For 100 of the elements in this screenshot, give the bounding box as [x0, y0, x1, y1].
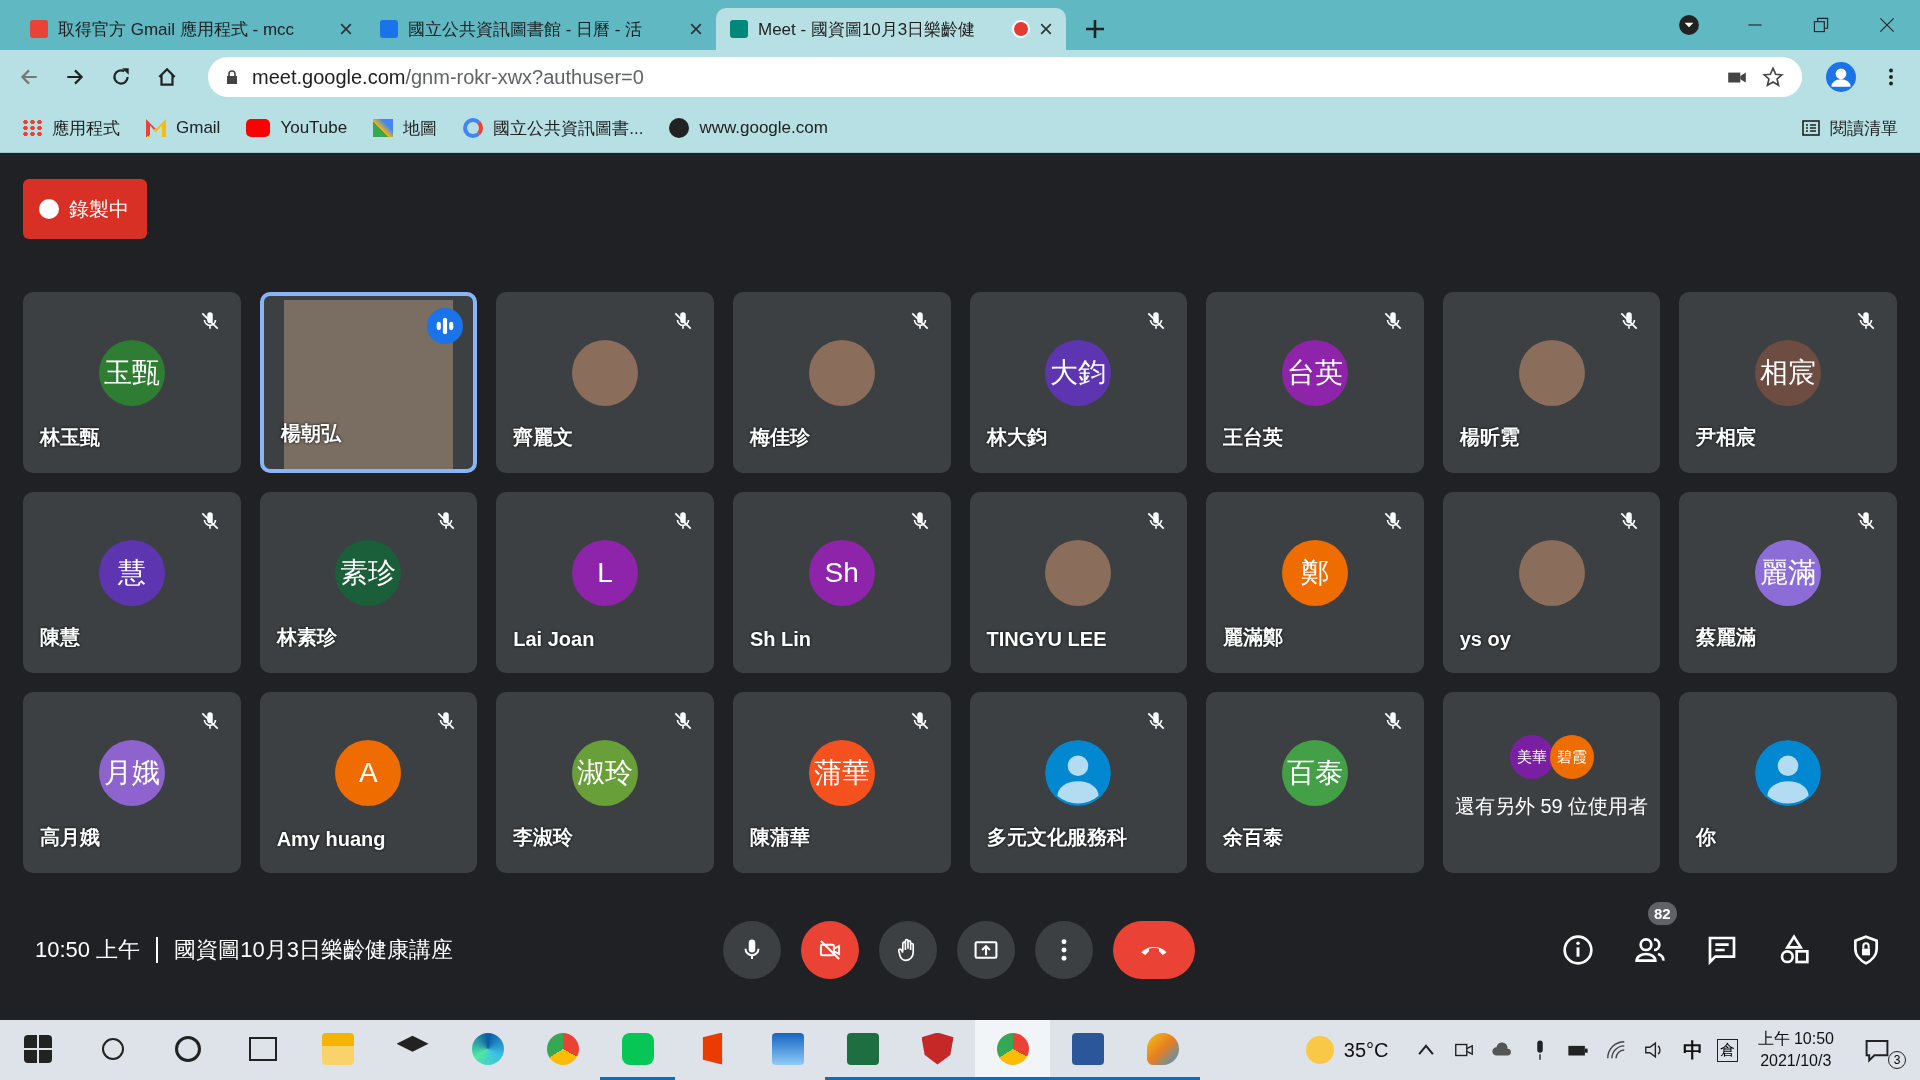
wifi-icon[interactable] — [1604, 1039, 1627, 1061]
participant-name: 梅佳珍 — [749, 425, 810, 450]
participant-tile[interactable]: A Amy huang — [259, 692, 478, 873]
browser-tab[interactable]: 國立公共資訊圖書館 - 日曆 - 活 — [366, 8, 716, 50]
participant-name: 林玉甄 — [40, 425, 100, 450]
participant-tile[interactable]: Sh Sh Lin — [732, 492, 951, 673]
participant-tile[interactable]: 齊麗文 — [496, 292, 714, 473]
participant-name: Sh Lin — [749, 628, 811, 651]
participant-tile[interactable]: 相宸 尹相宸 — [1679, 292, 1897, 473]
input-method-indicator[interactable]: 倉 — [1716, 1038, 1738, 1062]
tab-title: 取得官方 Gmail 應用程式 - mcc — [58, 18, 296, 41]
browser-icon — [996, 1032, 1029, 1065]
avatar-initials: A — [335, 739, 402, 806]
reload-icon[interactable] — [110, 66, 132, 88]
participant-tile[interactable]: 素珍 林素珍 — [259, 492, 478, 673]
taskbar-clock[interactable]: 上午 10:50 2021/10/3 — [1757, 1028, 1834, 1072]
bookmark-link[interactable]: YouTube — [246, 118, 348, 138]
tab-search-icon[interactable] — [1678, 14, 1700, 36]
participant-tile[interactable]: ys oy — [1442, 492, 1661, 673]
notification-icon[interactable] — [1864, 1037, 1890, 1063]
avatar-initials: 鄭 — [1281, 539, 1348, 606]
lock-icon — [226, 70, 238, 84]
favicon-icon — [380, 20, 398, 38]
participant-count-badge: 82 — [1648, 901, 1677, 925]
avatar-initials: 玉甄 — [98, 339, 165, 406]
participant-tile[interactable]: 鄭 麗滿鄭 — [1206, 492, 1424, 673]
bookmark-link[interactable]: Gmail — [146, 118, 221, 138]
palette-icon — [1146, 1032, 1179, 1065]
avatar-initials: 碧霞 — [1549, 735, 1594, 779]
profile-avatar-icon[interactable] — [1826, 62, 1856, 92]
participant-name: 麗滿鄭 — [1223, 625, 1284, 650]
favicon-icon — [730, 20, 748, 38]
participant-tile[interactable]: 台英 王台英 — [1206, 292, 1424, 473]
participant-name: 楊昕霓 — [1459, 425, 1520, 450]
browser-tab[interactable]: Meet - 國資圖10月3日樂齡健 — [716, 8, 1066, 50]
participant-name: 林大鈞 — [986, 425, 1047, 450]
participant-tile[interactable]: 玉甄 林玉甄 — [23, 292, 241, 473]
participant-tile[interactable]: 百泰 余百泰 — [1206, 692, 1424, 873]
bookmark-link[interactable]: www.google.com — [669, 118, 828, 138]
participant-tile[interactable]: 多元文化服務科 — [969, 692, 1188, 873]
participant-tile[interactable]: 麗滿 蔡麗滿 — [1679, 492, 1897, 673]
apps-grid-icon — [22, 119, 42, 137]
more-vertical-icon — [1060, 938, 1067, 961]
participant-tile[interactable]: 楊昕霓 — [1442, 292, 1661, 473]
start-icon — [23, 1034, 52, 1063]
participant-tile[interactable]: 梅佳珍 — [732, 292, 951, 473]
favicon-icon — [30, 20, 48, 38]
input-mode-indicator[interactable]: 中 — [1682, 1036, 1703, 1064]
new-tab-icon[interactable] — [1086, 20, 1104, 38]
meeting-title: 國資圖10月3日樂齡健康講座 — [174, 935, 453, 964]
participant-name: 林素珍 — [276, 625, 337, 650]
tab-title: 國立公共資訊圖書館 - 日曆 - 活 — [408, 18, 644, 41]
avatar-initials: 美華 — [1509, 735, 1554, 779]
reading-list-button[interactable]: 閱讀清單 — [1802, 116, 1898, 140]
star-icon[interactable] — [1762, 66, 1784, 88]
participant-name: ys oy — [1459, 628, 1511, 651]
participant-name: 楊朝弘 — [280, 421, 341, 446]
participant-tile[interactable]: 慧 陳慧 — [23, 492, 241, 673]
participant-name: 陳慧 — [40, 625, 80, 650]
participant-tile[interactable]: 大鈞 林大鈞 — [969, 292, 1188, 473]
info-icon[interactable] — [1562, 933, 1594, 966]
participant-tile[interactable]: 楊朝弘 — [259, 292, 478, 473]
clock-time: 上午 10:50 — [1757, 1029, 1834, 1050]
close-icon[interactable] — [1040, 23, 1052, 35]
participant-tile[interactable]: 美華 碧霞 還有另外 59 位使用者 — [1442, 692, 1661, 873]
close-icon[interactable] — [340, 23, 352, 35]
more-participants-label: 還有另外 59 位使用者 — [1454, 794, 1649, 819]
address-bar[interactable]: meet.google.com/gnm-rokr-xwx?authuser=0 — [208, 57, 1802, 97]
avatar-initials: 百泰 — [1281, 739, 1348, 806]
leave-call-button[interactable] — [1112, 920, 1195, 979]
bookmark-link[interactable]: 國立公共資訊圖書... — [463, 116, 644, 140]
person-silhouette-icon — [1755, 739, 1822, 806]
browser-tab[interactable]: 取得官方 Gmail 應用程式 - mcc — [16, 8, 366, 50]
list-icon — [1802, 120, 1820, 136]
close-icon[interactable] — [690, 23, 702, 35]
circle-icon — [174, 1035, 201, 1062]
participant-name: 蔡麗滿 — [1696, 625, 1757, 650]
recording-badge: 錄製中 — [23, 179, 147, 239]
speaking-indicator-icon — [427, 308, 464, 344]
participant-tile[interactable]: 你 — [1679, 692, 1897, 873]
home-icon[interactable] — [156, 66, 178, 88]
avatar-initials: 蒲華 — [808, 739, 875, 806]
avatar-initials: 大鈞 — [1045, 339, 1112, 406]
folder-icon — [321, 1032, 354, 1065]
shapes-icon[interactable] — [1778, 933, 1810, 966]
participant-tile[interactable]: L Lai Joan — [496, 492, 714, 673]
participant-tile[interactable]: 月娥 高月娥 — [23, 692, 241, 873]
browser-icon — [471, 1032, 504, 1065]
clock-date: 2021/10/3 — [1760, 1051, 1832, 1071]
avatar-initials: Sh — [808, 539, 875, 606]
bookmark-link[interactable]: 地圖 — [373, 116, 438, 140]
participant-tile[interactable]: 淑玲 李淑玲 — [496, 692, 714, 873]
tab-title: Meet - 國資圖10月3日樂齡健 — [758, 18, 977, 41]
notification-count-badge: 3 — [1888, 1051, 1906, 1069]
participant-tile[interactable]: TINGYU LEE — [969, 492, 1188, 673]
avatar-initials: 月娥 — [98, 739, 165, 806]
avatar-initials: 淑玲 — [572, 739, 639, 806]
participant-tile[interactable]: 蒲華 陳蒲華 — [732, 692, 951, 873]
bookmark-link[interactable]: 應用程式 — [22, 116, 120, 140]
avatar-initials: 麗滿 — [1755, 539, 1822, 606]
